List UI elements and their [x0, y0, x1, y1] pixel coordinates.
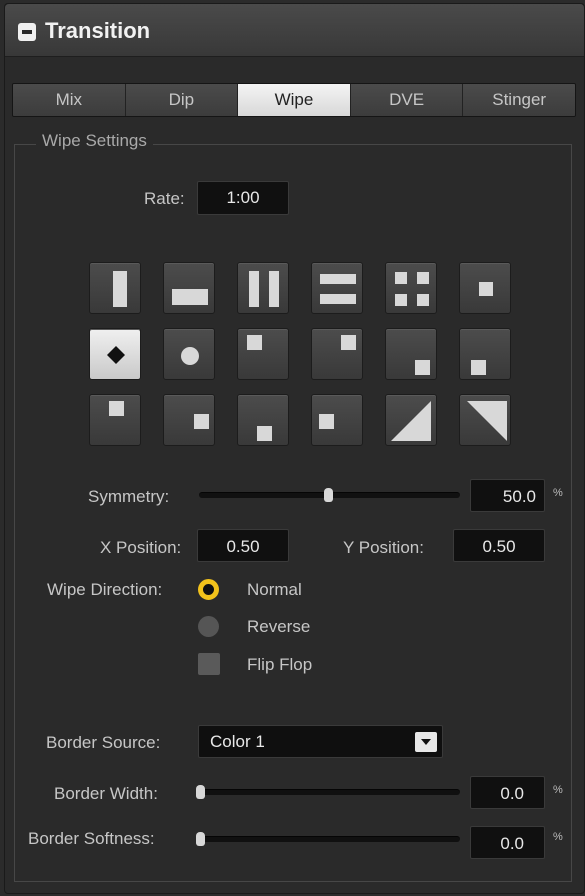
tab-mix[interactable]: Mix — [13, 84, 126, 116]
border-softness-label: Border Softness: — [28, 829, 155, 848]
wipe-pattern-vertical-bar[interactable] — [89, 262, 141, 314]
direction-reverse-radio[interactable] — [198, 616, 219, 637]
flip-flop-label[interactable]: Flip Flop — [247, 655, 312, 675]
symmetry-field[interactable]: 50.0 — [470, 479, 545, 512]
border-softness-field[interactable]: 0.0 — [470, 826, 545, 859]
rate-label: Rate: — [144, 189, 185, 208]
wipe-pattern-box-top-right[interactable] — [311, 328, 363, 380]
wipe-pattern-four-box[interactable] — [385, 262, 437, 314]
wipe-direction-label: Wipe Direction: — [47, 580, 163, 599]
border-width-slider-handle[interactable] — [196, 785, 205, 799]
panel-title: Transition — [45, 18, 151, 43]
tab-stinger[interactable]: Stinger — [463, 84, 575, 116]
x-position-field[interactable]: 0.50 — [197, 529, 289, 562]
border-width-slider[interactable] — [199, 789, 460, 795]
x-position-label: X Position: — [100, 538, 182, 557]
border-source-value: Color 1 — [210, 732, 265, 751]
border-width-percent: % — [553, 784, 563, 796]
wipe-pattern-box-top-center[interactable] — [89, 394, 141, 446]
transition-type-tabs: Mix Dip Wipe DVE Stinger — [12, 83, 576, 117]
tab-dip[interactable]: Dip — [125, 84, 239, 116]
wipe-pattern-diagonal-top-left[interactable] — [459, 394, 511, 446]
border-source-dropdown[interactable]: Color 1 — [198, 725, 443, 758]
tab-dve[interactable]: DVE — [350, 84, 464, 116]
rate-field[interactable]: 1:00 — [197, 181, 289, 215]
flip-flop-checkbox[interactable] — [198, 653, 220, 675]
chevron-down-icon[interactable] — [415, 732, 437, 752]
symmetry-label: Symmetry: — [88, 487, 170, 506]
wipe-pattern-box-right-center[interactable] — [163, 394, 215, 446]
wipe-pattern-box-bottom-center[interactable] — [237, 394, 289, 446]
direction-normal-radio[interactable] — [198, 579, 219, 600]
wipe-settings-label: Wipe Settings — [36, 131, 153, 151]
wipe-pattern-box-bottom-right[interactable] — [385, 328, 437, 380]
wipe-pattern-diagonal-top-right[interactable] — [385, 394, 437, 446]
border-width-label: Border Width: — [54, 784, 158, 803]
border-softness-slider-handle[interactable] — [196, 832, 205, 846]
tab-wipe[interactable]: Wipe — [238, 84, 351, 116]
wipe-pattern-vertical-barn-door[interactable] — [237, 262, 289, 314]
wipe-pattern-box-left-center[interactable] — [311, 394, 363, 446]
border-softness-percent: % — [553, 831, 563, 843]
symmetry-percent: % — [553, 487, 563, 499]
wipe-pattern-circle-iris[interactable] — [163, 328, 215, 380]
wipe-settings-group — [14, 144, 572, 882]
direction-normal-label[interactable]: Normal — [247, 580, 302, 600]
border-source-label: Border Source: — [46, 733, 161, 752]
wipe-pattern-box-bottom-left[interactable] — [459, 328, 511, 380]
wipe-pattern-horizontal-barn-door[interactable] — [311, 262, 363, 314]
y-position-field[interactable]: 0.50 — [453, 529, 545, 562]
direction-reverse-label[interactable]: Reverse — [247, 617, 310, 637]
y-position-label: Y Position: — [343, 538, 424, 557]
wipe-pattern-box-iris[interactable] — [459, 262, 511, 314]
wipe-pattern-horizontal-bar[interactable] — [163, 262, 215, 314]
border-width-field[interactable]: 0.0 — [470, 776, 545, 809]
wipe-pattern-box-top-left[interactable] — [237, 328, 289, 380]
border-softness-slider[interactable] — [199, 836, 460, 842]
wipe-pattern-diamond-iris[interactable] — [89, 328, 141, 380]
collapse-icon[interactable] — [18, 23, 36, 41]
symmetry-slider-handle[interactable] — [323, 488, 333, 502]
panel-header[interactable]: Transition — [5, 4, 584, 57]
